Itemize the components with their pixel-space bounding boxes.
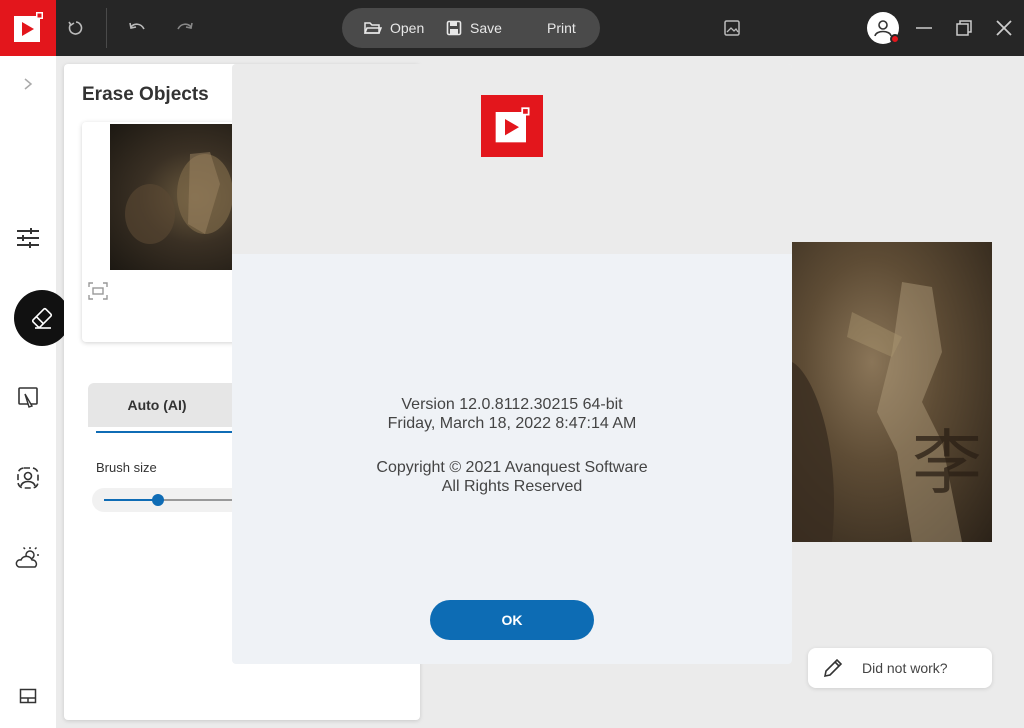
about-dialog: Version 12.0.8112.30215 64-bit Friday, M…	[232, 64, 792, 664]
print-button[interactable]: Print	[547, 8, 576, 48]
canvas-image[interactable]: 李	[792, 242, 992, 542]
brush-size-label: Brush size	[96, 460, 157, 475]
close-icon[interactable]	[990, 14, 1018, 42]
pencil-icon	[823, 658, 843, 678]
layout-icon[interactable]	[14, 682, 42, 710]
image-thumbnail[interactable]	[110, 124, 252, 270]
open-label: Open	[390, 20, 425, 36]
save-label: Save	[470, 20, 502, 36]
expand-chevron-icon[interactable]	[14, 70, 42, 98]
erase-tool-button[interactable]	[14, 290, 70, 346]
dialog-header	[232, 64, 792, 254]
app-logo	[0, 0, 56, 56]
dialog-app-logo	[481, 95, 543, 157]
rights-text: All Rights Reserved	[441, 478, 583, 495]
minimize-icon[interactable]	[910, 14, 938, 42]
print-label: Print	[547, 20, 576, 36]
eraser-icon	[31, 307, 53, 329]
retouch-icon[interactable]	[14, 384, 42, 412]
restore-icon[interactable]	[950, 14, 978, 42]
account-avatar[interactable]	[867, 12, 900, 44]
active-tab-indicator	[96, 431, 246, 433]
revert-icon[interactable]	[62, 14, 90, 42]
feedback-button[interactable]: Did not work?	[808, 648, 992, 688]
undo-icon[interactable]	[123, 14, 151, 42]
save-button[interactable]: Save	[446, 8, 502, 48]
copyright-text: Copyright © 2021 Avanquest Software	[376, 459, 648, 476]
build-date-text: Friday, March 18, 2022 8:47:14 AM	[387, 415, 637, 432]
save-icon	[446, 20, 462, 36]
folder-icon	[364, 22, 382, 34]
fit-to-screen-icon[interactable]	[88, 282, 108, 305]
open-button[interactable]: Open	[364, 8, 424, 48]
file-actions-group: Open Save Print	[342, 8, 600, 48]
redo-icon[interactable]	[171, 14, 199, 42]
tab-auto-ai[interactable]: Auto (AI)	[88, 383, 248, 427]
portrait-icon[interactable]	[14, 464, 42, 492]
weather-icon[interactable]	[14, 544, 42, 572]
svg-text:李: 李	[912, 422, 982, 504]
thumbnail-card	[82, 122, 252, 342]
panel-title: Erase Objects	[82, 84, 209, 105]
adjustments-icon[interactable]	[14, 224, 42, 252]
slider-thumb[interactable]	[152, 494, 164, 506]
notification-dot	[890, 34, 900, 44]
version-text: Version 12.0.8112.30215 64-bit	[401, 396, 623, 413]
title-bar: Open Save Print	[0, 0, 1024, 56]
image-icon[interactable]	[718, 14, 746, 42]
feedback-label: Did not work?	[862, 660, 948, 676]
ok-button[interactable]: OK	[430, 600, 594, 640]
toolbar-divider	[106, 8, 107, 48]
slider-fill	[104, 499, 158, 501]
tool-rail	[0, 56, 56, 728]
